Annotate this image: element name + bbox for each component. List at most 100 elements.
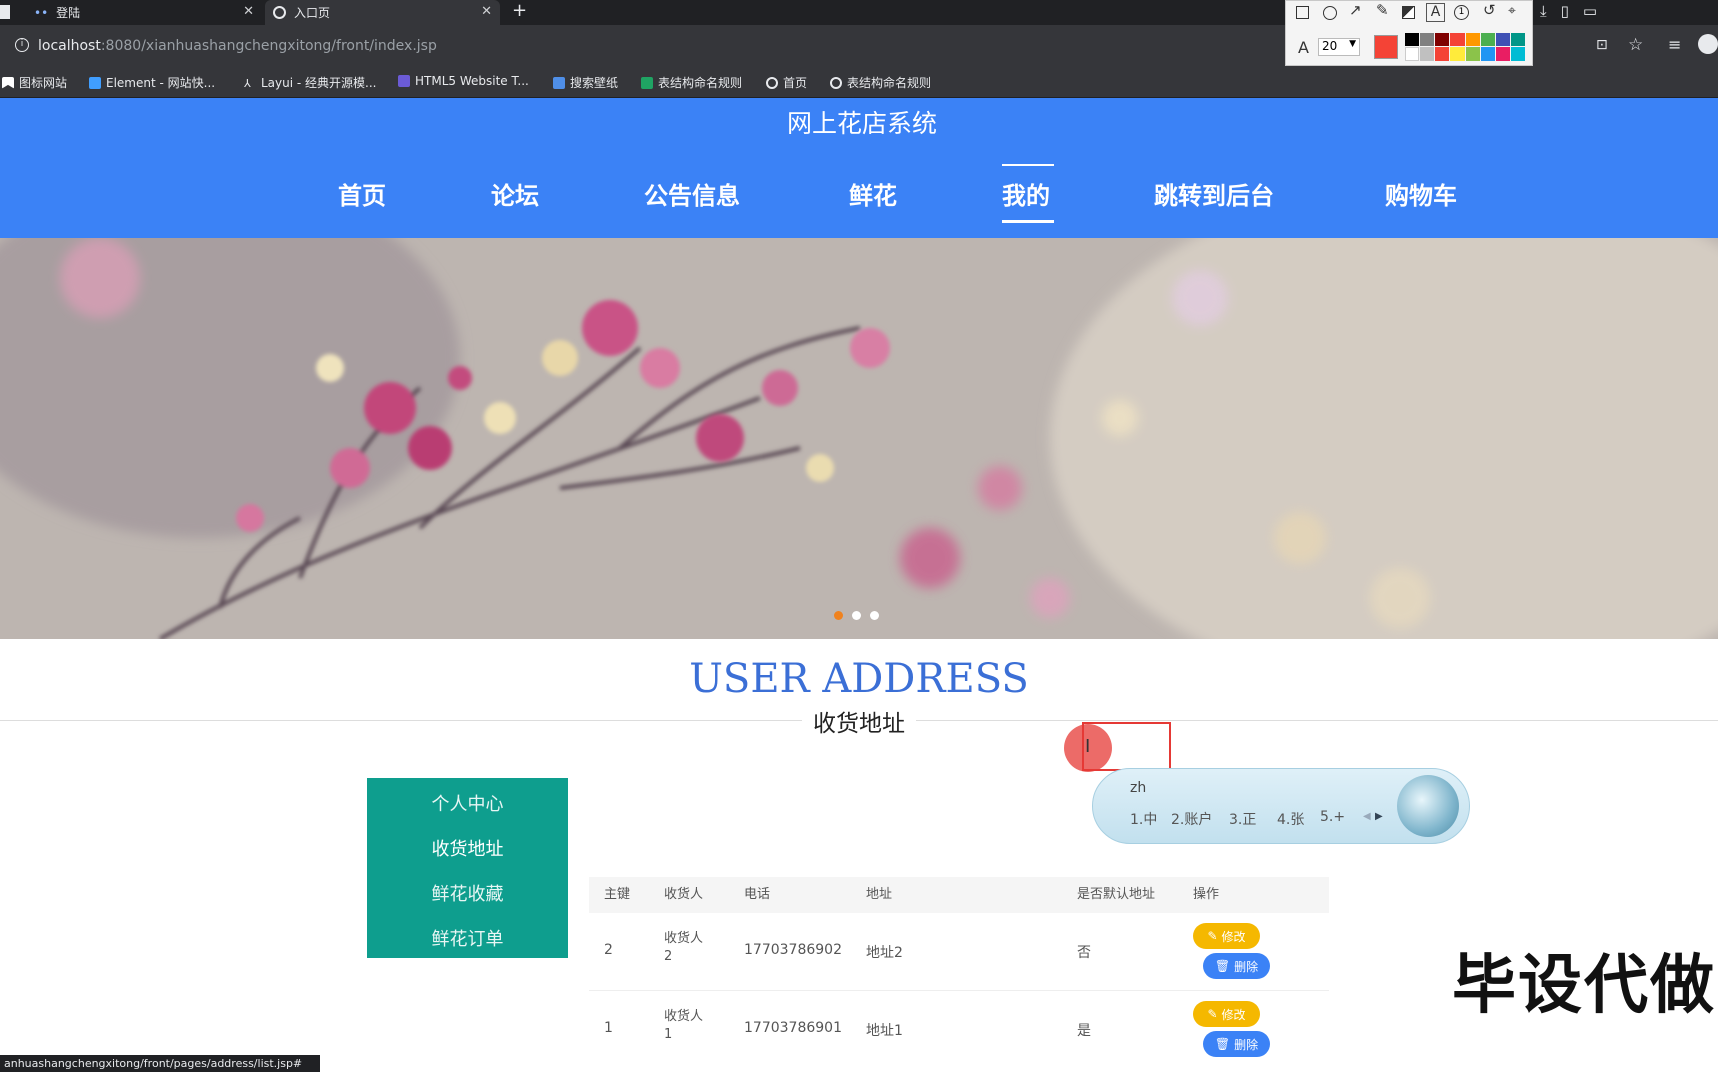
bookmark-item[interactable]: HTML5 Website T... bbox=[398, 74, 529, 88]
nav-cart[interactable]: 购物车 bbox=[1385, 176, 1457, 211]
bookmark-label: 表结构命名规则 bbox=[658, 76, 743, 90]
site-title: 网上花店系统 bbox=[786, 109, 937, 138]
arrow-tool-icon[interactable]: ↗ bbox=[1349, 1, 1362, 19]
sheet-icon bbox=[641, 76, 653, 89]
active-color-swatch[interactable] bbox=[1374, 35, 1398, 59]
delete-button[interactable]: 🗑 删除 bbox=[1203, 1031, 1270, 1057]
bookmark-item[interactable]: 首页 bbox=[766, 74, 807, 91]
nav-mine[interactable]: 我的 bbox=[1002, 176, 1050, 211]
download-icon[interactable]: ⤓ bbox=[1540, 2, 1547, 20]
info-icon[interactable]: i bbox=[15, 38, 29, 52]
table-header-cell: 主键 bbox=[604, 887, 631, 902]
nav-home[interactable]: 首页 bbox=[338, 176, 386, 211]
text-tool-icon[interactable]: A bbox=[1426, 3, 1445, 22]
status-bar-url: anhuashangchengxitong/front/pages/addres… bbox=[0, 1055, 320, 1072]
bookmark-icon bbox=[2, 76, 14, 89]
ime-candidate[interactable]: 2.账户 bbox=[1171, 809, 1212, 829]
rectangle-tool-icon[interactable] bbox=[1296, 6, 1309, 19]
window-icon[interactable]: ▭ bbox=[1583, 2, 1597, 20]
banner-carousel bbox=[0, 238, 1718, 639]
nav-admin[interactable]: 跳转到后台 bbox=[1154, 176, 1274, 211]
trash-icon: 🗑 bbox=[1214, 959, 1231, 973]
cell-phone: 17703786901 bbox=[744, 1020, 842, 1036]
bookmark-label: HTML5 Website T... bbox=[415, 74, 529, 88]
annotation-toolbar: ↗ ✎ A 1 ↺ ⌖ A 20 ▼ bbox=[1285, 0, 1533, 66]
font-size-value: 20 bbox=[1322, 39, 1338, 53]
edit-button[interactable]: ✎ 修改 bbox=[1193, 1001, 1260, 1027]
bookmark-item[interactable]: 表结构命名规则 bbox=[641, 74, 742, 91]
tab-entry[interactable]: 入口页 ✕ bbox=[265, 0, 500, 25]
serial-tool-icon[interactable]: 1 bbox=[1454, 5, 1469, 20]
ime-candidate[interactable]: 1.中 bbox=[1130, 809, 1157, 829]
table-header-cell: 是否默认地址 bbox=[1077, 887, 1156, 902]
delete-label: 删除 bbox=[1234, 959, 1259, 974]
wallpaper-icon bbox=[553, 76, 565, 89]
layui-icon: ⅄ bbox=[244, 76, 251, 90]
nav-announcements[interactable]: 公告信息 bbox=[644, 176, 740, 211]
ime-logo-icon bbox=[1397, 775, 1459, 837]
font-size-select[interactable]: 20 ▼ bbox=[1318, 38, 1360, 56]
delete-label: 删除 bbox=[1234, 1037, 1259, 1052]
sidebar-item-address[interactable]: 收货地址 bbox=[367, 835, 568, 861]
bookmark-item[interactable]: 表结构命名规则 bbox=[830, 74, 931, 91]
close-icon[interactable]: ✕ bbox=[243, 4, 254, 19]
ime-prev-page-icon[interactable]: ◀ bbox=[1363, 811, 1371, 822]
cell-address: 地址1 bbox=[866, 1023, 903, 1039]
new-tab-button[interactable]: + bbox=[512, 0, 527, 21]
ime-candidate-popup[interactable]: zh 1.中 2.账户 3.正 4.张 5.+ ◀ ▶ bbox=[1092, 768, 1470, 844]
bookmark-label: 搜索壁纸 bbox=[570, 76, 619, 90]
window-menu-icon[interactable] bbox=[0, 5, 10, 19]
color-palette[interactable] bbox=[1405, 33, 1525, 61]
url-path: :8080/xianhuashangchengxitong/front/inde… bbox=[100, 38, 437, 54]
cell-name-line2: 2 bbox=[664, 949, 673, 964]
pencil-icon: ✎ bbox=[1207, 1007, 1218, 1021]
cell-default: 是 bbox=[1077, 1023, 1091, 1039]
edit-label: 修改 bbox=[1221, 1007, 1246, 1022]
ime-candidate[interactable]: 4.张 bbox=[1277, 809, 1304, 829]
star-icon[interactable]: ☆ bbox=[1628, 35, 1643, 55]
bookmark-item[interactable]: 图标网站 bbox=[2, 74, 67, 91]
device-icon[interactable]: ▯ bbox=[1561, 2, 1569, 20]
bookmark-label: Layui - 经典开源模... bbox=[261, 76, 377, 90]
profile-icon[interactable] bbox=[1698, 34, 1718, 54]
bookmark-item[interactable]: ⅄ Layui - 经典开源模... bbox=[244, 74, 376, 91]
reading-list-icon[interactable]: ≡ bbox=[1668, 35, 1681, 54]
ime-next-page-icon[interactable]: ▶ bbox=[1375, 811, 1383, 822]
sidebar-item-orders[interactable]: 鲜花订单 bbox=[367, 925, 568, 951]
close-icon[interactable]: ✕ bbox=[481, 4, 492, 19]
nav-forum[interactable]: 论坛 bbox=[491, 176, 539, 211]
ellipse-tool-icon[interactable] bbox=[1323, 6, 1337, 20]
cell-default: 否 bbox=[1077, 945, 1091, 961]
tab-login[interactable]: •• 登陆 ✕ bbox=[22, 0, 262, 25]
bookmark-label: 首页 bbox=[783, 76, 808, 90]
url-field[interactable]: localhost:8080/xianhuashangchengxitong/f… bbox=[38, 38, 437, 54]
element-icon bbox=[89, 76, 101, 89]
mosaic-tool-icon[interactable] bbox=[1402, 6, 1415, 19]
undo-icon[interactable]: ↺ bbox=[1483, 1, 1496, 19]
sidebar-item-favorites[interactable]: 鲜花收藏 bbox=[367, 880, 568, 906]
pin-icon[interactable]: ⌖ bbox=[1508, 3, 1516, 19]
nav-flowers[interactable]: 鲜花 bbox=[849, 176, 897, 211]
cell-id: 1 bbox=[604, 1020, 613, 1036]
bookmark-item[interactable]: 搜索壁纸 bbox=[553, 74, 618, 91]
globe-icon bbox=[830, 76, 842, 89]
globe-icon bbox=[766, 76, 778, 89]
bookmark-label: Element - 网站快... bbox=[106, 76, 216, 90]
pen-tool-icon[interactable]: ✎ bbox=[1376, 1, 1389, 19]
cell-name-line2: 1 bbox=[664, 1027, 673, 1042]
active-nav-underline bbox=[1002, 220, 1054, 223]
ime-candidate[interactable]: 3.正 bbox=[1229, 809, 1256, 829]
carousel-dot[interactable] bbox=[870, 611, 879, 620]
edit-button[interactable]: ✎ 修改 bbox=[1193, 923, 1260, 949]
bookmark-item[interactable]: Element - 网站快... bbox=[89, 74, 215, 91]
delete-button[interactable]: 🗑 删除 bbox=[1203, 953, 1270, 979]
ime-candidate[interactable]: 5.+ bbox=[1320, 809, 1345, 825]
bookmark-label: 图标网站 bbox=[19, 76, 68, 90]
cell-name-line1: 收货人 bbox=[664, 931, 704, 946]
sidebar-item-profile[interactable]: 个人中心 bbox=[367, 790, 568, 816]
carousel-dot-active[interactable] bbox=[834, 611, 843, 620]
carousel-dot[interactable] bbox=[852, 611, 861, 620]
pencil-icon: ✎ bbox=[1207, 929, 1218, 943]
edit-label: 修改 bbox=[1221, 929, 1246, 944]
translate-icon[interactable]: ⊡ bbox=[1596, 37, 1608, 53]
